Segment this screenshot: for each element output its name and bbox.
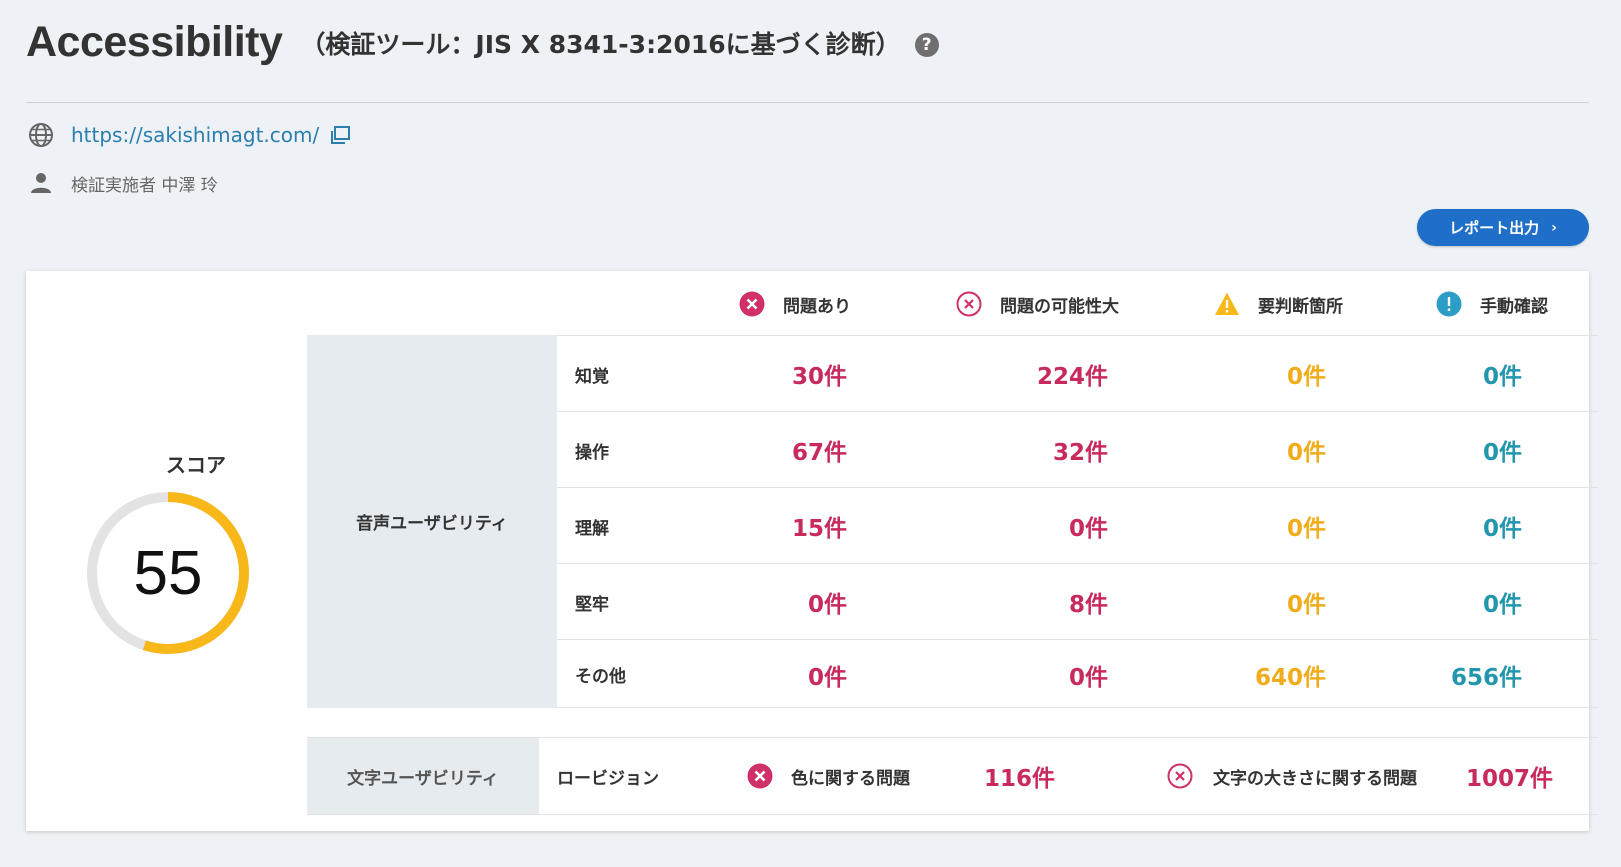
voice-usability-category: 音声ユーザビリティ (307, 335, 557, 708)
error-filled-icon (739, 291, 765, 317)
report-export-label: レポート出力 (1449, 219, 1540, 237)
likely-count[interactable]: 0件 (937, 640, 1108, 709)
warning-icon (1215, 292, 1239, 315)
voice-usability-section: 音声ユーザビリティ 知覚 30件 224件 0件 0件 操作 67件 32件 0… (307, 335, 1598, 708)
row-label: 操作 (575, 442, 609, 463)
external-link-icon[interactable] (329, 124, 351, 146)
size-issue-label: 文字の大きさに関する問題 (1213, 768, 1417, 789)
color-issue-item: 色に関する問題 (747, 738, 910, 814)
page-header: Accessibility （検証ツール：JIS X 8341-3:2016に基… (26, 18, 939, 67)
globe-icon (26, 120, 56, 150)
header-divider (26, 102, 1589, 103)
low-vision-label: ロービジョン (557, 768, 659, 789)
manual-count[interactable]: 0件 (1397, 412, 1522, 488)
manual-count[interactable]: 0件 (1397, 488, 1522, 564)
issues-count[interactable]: 0件 (677, 640, 847, 709)
color-issue-count[interactable]: 116件 (927, 738, 1055, 814)
inspector-row: 検証実施者 中澤 玲 (26, 168, 218, 198)
table-row: その他 0件 0件 640件 656件 (557, 639, 1598, 708)
person-icon (26, 168, 56, 198)
site-url-row: https://sakishimagt.com/ (26, 120, 351, 150)
likely-count[interactable]: 0件 (937, 488, 1108, 564)
row-label: 理解 (575, 518, 609, 539)
issues-count[interactable]: 15件 (677, 488, 847, 564)
legend-likely: 問題の可能性大 (956, 289, 1119, 319)
issues-count[interactable]: 30件 (677, 336, 847, 412)
manual-count[interactable]: 656件 (1397, 640, 1522, 709)
error-outline-icon (956, 291, 982, 317)
page-title: Accessibility (26, 18, 283, 66)
error-outline-icon (1167, 763, 1193, 789)
color-issue-label: 色に関する問題 (791, 768, 910, 789)
report-export-button[interactable]: レポート出力 › (1417, 209, 1589, 246)
issues-count[interactable]: 0件 (677, 564, 847, 640)
help-icon[interactable]: ? (914, 32, 939, 57)
text-usability-category: 文字ユーザビリティ (307, 738, 539, 814)
manual-count[interactable]: 0件 (1397, 336, 1522, 412)
legend-likely-label: 問題の可能性大 (1000, 296, 1119, 317)
row-label: 知覚 (575, 366, 609, 387)
score-label: スコア (166, 453, 226, 477)
results-card: スコア 55 問題あり 問題の可能性大 要判断箇所 手動確認 音声ユーザビリティ… (26, 271, 1598, 831)
legend-manual: 手動確認 (1436, 289, 1548, 319)
size-issue-item: 文字の大きさに関する問題 (1167, 738, 1417, 814)
legend-judge: 要判断箇所 (1214, 289, 1343, 319)
table-row: 堅牢 0件 8件 0件 0件 (557, 563, 1598, 639)
judge-count[interactable]: 0件 (1177, 336, 1326, 412)
row-label: その他 (575, 667, 626, 687)
size-issue-count[interactable]: 1007件 (1407, 738, 1553, 814)
legend-judge-label: 要判断箇所 (1258, 296, 1343, 317)
table-row: 知覚 30件 224件 0件 0件 (557, 335, 1598, 411)
judge-count[interactable]: 0件 (1177, 412, 1326, 488)
site-url-link[interactable]: https://sakishimagt.com/ (71, 123, 319, 147)
inspector-name: 検証実施者 中澤 玲 (71, 175, 218, 196)
judge-count[interactable]: 640件 (1177, 640, 1326, 709)
likely-count[interactable]: 224件 (937, 336, 1108, 412)
score-value: 55 (133, 538, 203, 608)
text-usability-section: 文字ユーザビリティ ロービジョン 色に関する問題 116件 文字の大きさに関する… (307, 737, 1598, 815)
table-row: 理解 15件 0件 0件 0件 (557, 487, 1598, 563)
row-label: 堅牢 (575, 594, 609, 615)
manual-count[interactable]: 0件 (1397, 564, 1522, 640)
page-subtitle: （検証ツール：JIS X 8341-3:2016に基づく診断） (300, 29, 901, 59)
info-icon (1436, 291, 1462, 317)
legend-manual-label: 手動確認 (1480, 296, 1548, 317)
table-row: 操作 67件 32件 0件 0件 (557, 411, 1598, 487)
legend-issues-label: 問題あり (783, 296, 851, 317)
error-filled-icon (747, 763, 773, 789)
chevron-right-icon: › (1551, 219, 1557, 236)
likely-count[interactable]: 8件 (937, 564, 1108, 640)
judge-count[interactable]: 0件 (1177, 564, 1326, 640)
likely-count[interactable]: 32件 (937, 412, 1108, 488)
issues-count[interactable]: 67件 (677, 412, 847, 488)
legend-issues: 問題あり (739, 289, 851, 319)
judge-count[interactable]: 0件 (1177, 488, 1326, 564)
